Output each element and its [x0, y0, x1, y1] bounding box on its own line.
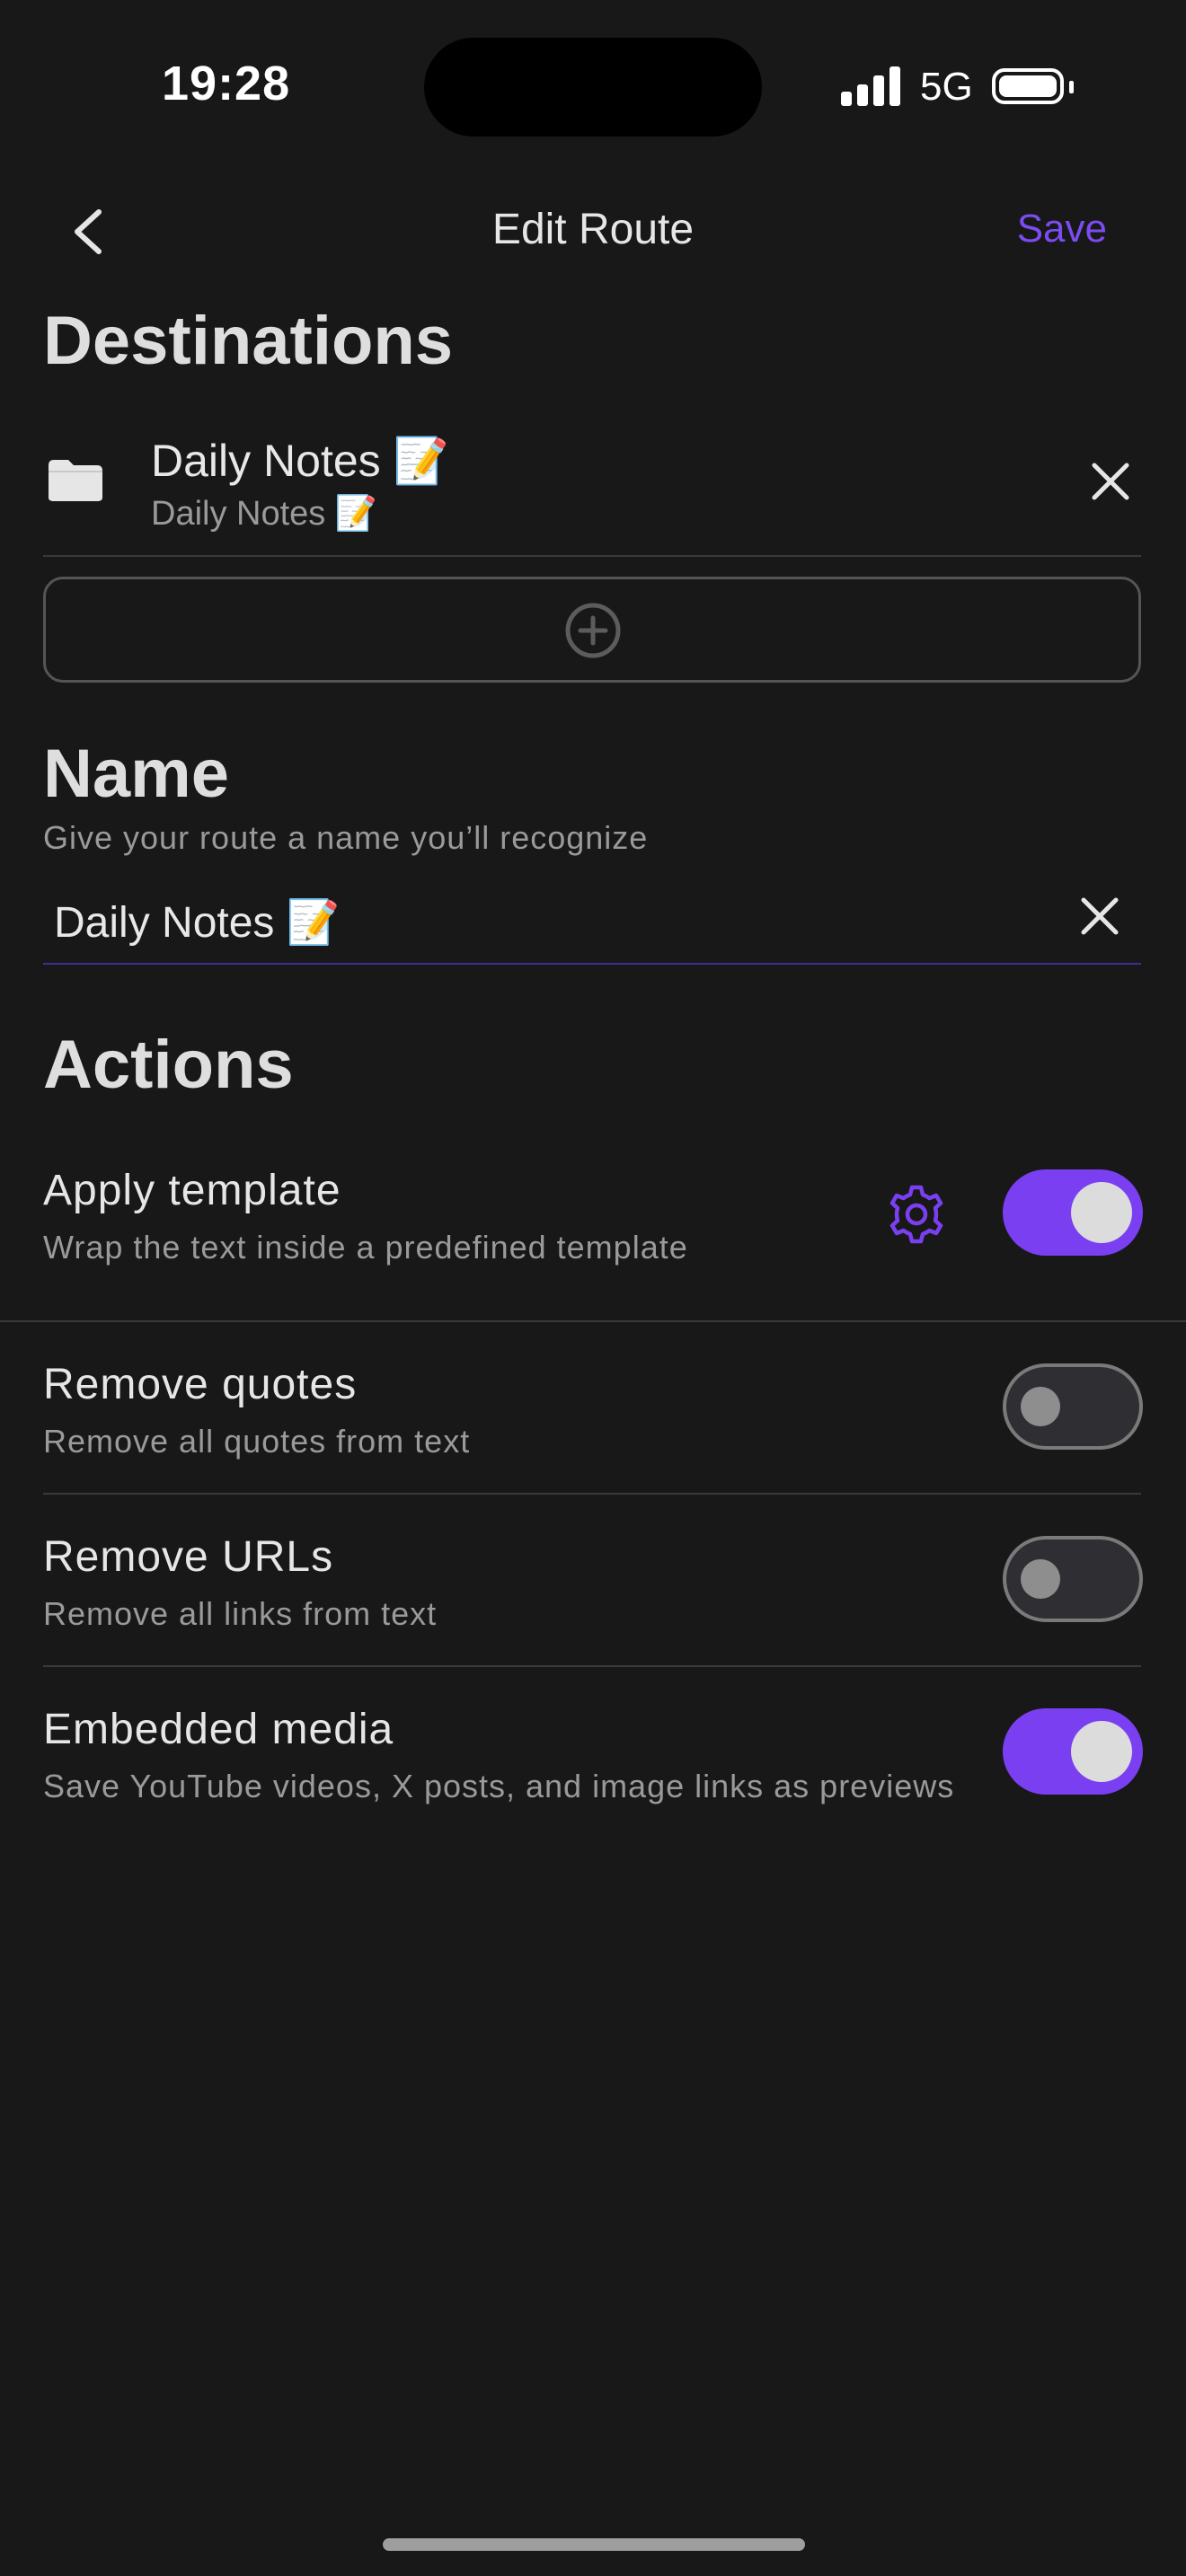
embedded-media-title: Embedded media: [43, 1706, 394, 1753]
network-label: 5G: [920, 65, 973, 109]
embedded-media-toggle[interactable]: [1003, 1708, 1143, 1795]
remove-quotes-toggle[interactable]: [1003, 1363, 1143, 1450]
destination-title: Daily Notes 📝: [151, 436, 449, 486]
remove-urls-toggle[interactable]: [1003, 1536, 1143, 1622]
gear-icon[interactable]: [884, 1182, 949, 1247]
home-indicator[interactable]: [383, 2538, 805, 2551]
apply-template-title: Apply template: [43, 1167, 341, 1214]
battery-icon: [992, 68, 1064, 104]
route-name-input[interactable]: [43, 880, 1141, 965]
actions-divider: [43, 1493, 1141, 1495]
remove-destination-close-icon[interactable]: [1089, 460, 1132, 503]
actions-divider: [0, 1320, 1186, 1322]
remove-quotes-subtitle: Remove all quotes from text: [43, 1423, 471, 1460]
destination-divider: [43, 555, 1141, 557]
toggle-knob: [1021, 1559, 1060, 1599]
dynamic-island: [424, 38, 762, 137]
name-heading: Name: [43, 736, 229, 812]
name-hint: Give your route a name you’ll recognize: [43, 819, 649, 856]
remove-urls-subtitle: Remove all links from text: [43, 1595, 438, 1632]
apply-template-subtitle: Wrap the text inside a predefined templa…: [43, 1229, 688, 1266]
toggle-knob: [1071, 1721, 1132, 1782]
actions-heading: Actions: [43, 1027, 294, 1103]
embedded-media-subtitle: Save YouTube videos, X posts, and image …: [43, 1768, 955, 1804]
remove-urls-title: Remove URLs: [43, 1533, 334, 1581]
toggle-knob: [1021, 1387, 1060, 1426]
apply-template-toggle[interactable]: [1003, 1169, 1143, 1256]
destination-subtitle: Daily Notes 📝: [151, 495, 378, 533]
signal-icon: [841, 66, 902, 106]
page-title: Edit Route: [491, 206, 695, 253]
toggle-knob: [1071, 1182, 1132, 1243]
add-circle-icon: [565, 603, 621, 658]
folder-icon: [49, 460, 102, 501]
clear-name-close-icon[interactable]: [1078, 895, 1121, 938]
remove-quotes-title: Remove quotes: [43, 1361, 358, 1408]
actions-divider: [43, 1665, 1141, 1667]
destinations-heading: Destinations: [43, 303, 454, 379]
save-button[interactable]: Save: [1017, 207, 1107, 251]
status-time: 19:28: [162, 57, 291, 110]
battery-cap: [1069, 81, 1074, 93]
